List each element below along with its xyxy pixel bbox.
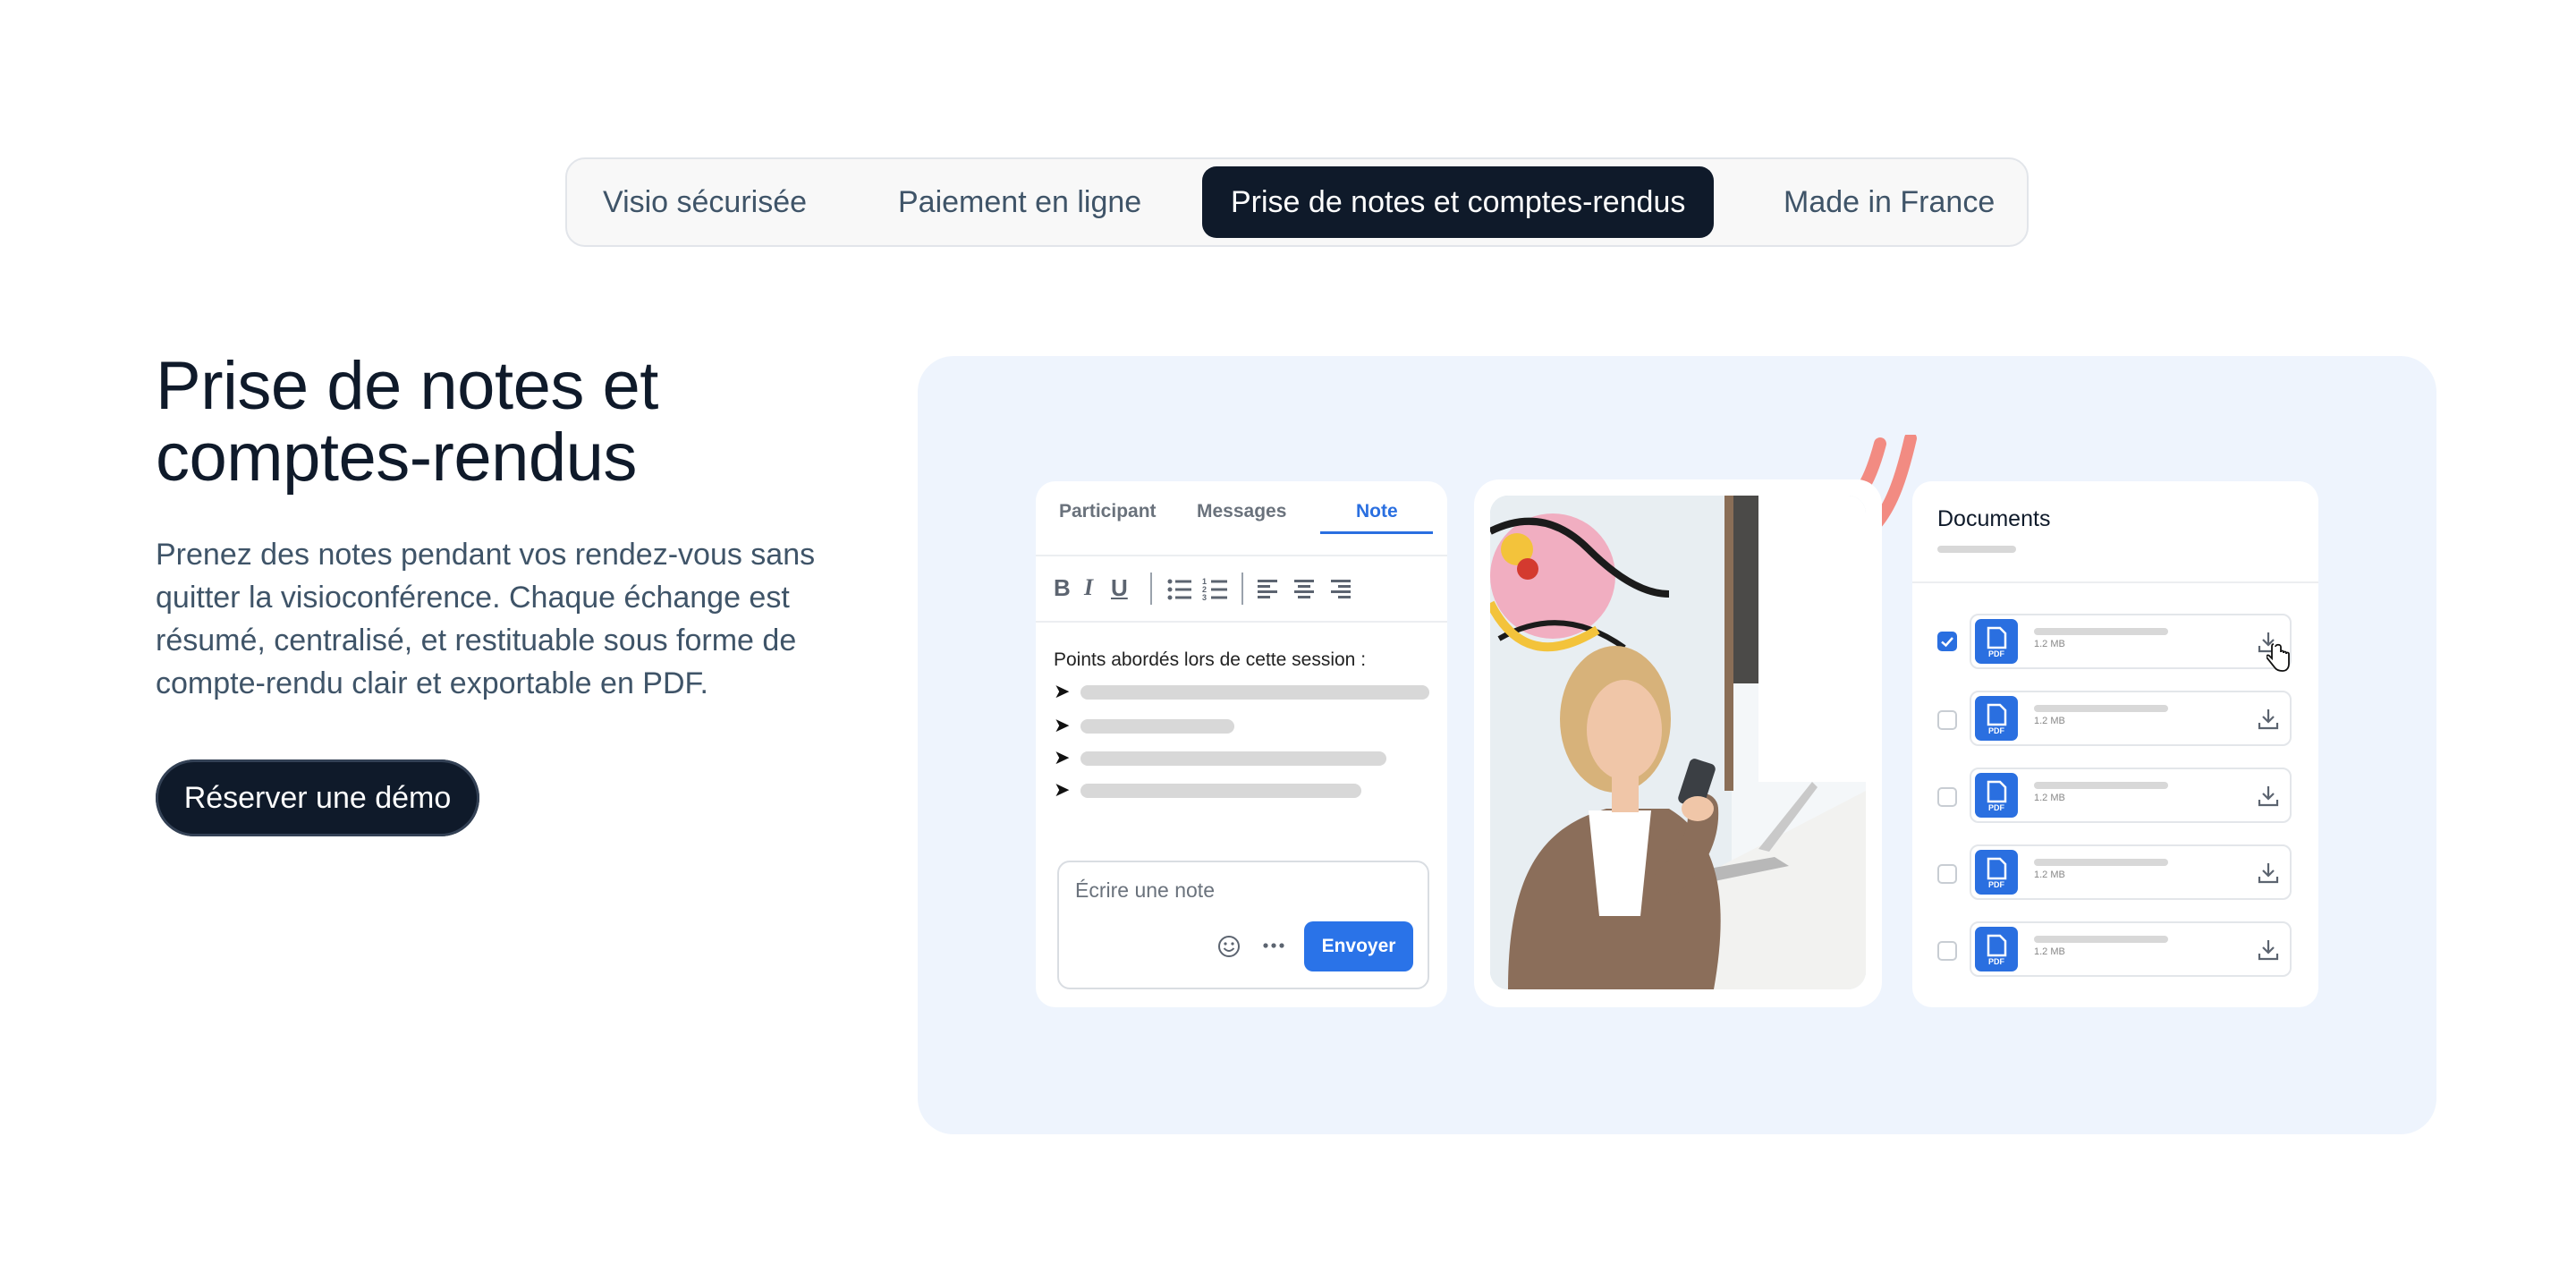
file-name-placeholder bbox=[2034, 936, 2168, 943]
file-checkbox[interactable] bbox=[1937, 941, 1957, 961]
bullet-list-icon[interactable] bbox=[1166, 576, 1193, 603]
file-size: 1.2 MB bbox=[2034, 716, 2065, 726]
svg-text:3: 3 bbox=[1202, 593, 1207, 602]
pdf-file-icon: PDF bbox=[1975, 850, 2018, 895]
download-icon[interactable] bbox=[2256, 861, 2281, 886]
file-checkbox[interactable] bbox=[1937, 632, 1957, 651]
note-placeholder-line bbox=[1080, 751, 1386, 766]
tab-visio-securisee[interactable]: Visio sécurisée bbox=[603, 159, 807, 245]
pdf-document-icon: PDF bbox=[1987, 780, 2007, 812]
documents-card: Documents PDF 1.2 MB PDF 1.2 MB PDF 1.2 … bbox=[1912, 481, 2318, 1007]
file-name-placeholder bbox=[2034, 705, 2168, 712]
bullet-arrow-icon: ➤ bbox=[1054, 714, 1071, 736]
bullet-arrow-icon: ➤ bbox=[1054, 680, 1071, 702]
note-placeholder-line bbox=[1080, 719, 1234, 734]
bullet-arrow-icon: ➤ bbox=[1054, 778, 1071, 801]
notes-tab-messages[interactable]: Messages bbox=[1197, 501, 1286, 522]
pdf-document-icon: PDF bbox=[1987, 857, 2007, 889]
active-tab-indicator bbox=[1320, 531, 1433, 534]
emoji-icon[interactable] bbox=[1216, 934, 1241, 959]
pdf-file-icon: PDF bbox=[1975, 773, 2018, 818]
svg-text:PDF: PDF bbox=[1988, 880, 2005, 889]
participant-photo bbox=[1490, 496, 1866, 989]
underline-icon[interactable]: U bbox=[1111, 574, 1128, 602]
tab-paiement-en-ligne[interactable]: Paiement en ligne bbox=[898, 159, 1141, 245]
file-size: 1.2 MB bbox=[2034, 946, 2065, 957]
numbered-list-icon[interactable]: 1 2 3 bbox=[1202, 576, 1229, 603]
pdf-document-icon: PDF bbox=[1987, 934, 2007, 966]
tab-prise-de-notes[interactable]: Prise de notes et comptes-rendus bbox=[1202, 166, 1715, 238]
title-placeholder-bar bbox=[1937, 546, 2016, 553]
divider bbox=[1036, 621, 1447, 623]
file-row[interactable]: PDF 1.2 MB bbox=[1970, 844, 2292, 900]
section-description: Prenez des notes pendant vos rendez-vous… bbox=[156, 538, 816, 700]
file-checkbox[interactable] bbox=[1937, 710, 1957, 730]
toolbar-separator bbox=[1241, 573, 1243, 605]
svg-text:PDF: PDF bbox=[1988, 803, 2005, 812]
file-checkbox[interactable] bbox=[1937, 787, 1957, 807]
file-checkbox[interactable] bbox=[1937, 864, 1957, 884]
download-icon[interactable] bbox=[2256, 937, 2281, 963]
feature-tab-bar: Visio sécurisée Paiement en ligne Prise … bbox=[565, 157, 2029, 247]
divider bbox=[1912, 581, 2318, 583]
book-demo-button[interactable]: Réserver une démo bbox=[156, 759, 479, 836]
file-row[interactable]: PDF 1.2 MB bbox=[1970, 614, 2292, 672]
note-composer[interactable]: Écrire une note Envoyer bbox=[1057, 861, 1429, 989]
file-row[interactable]: PDF 1.2 MB bbox=[1970, 921, 2292, 977]
video-call-card bbox=[1474, 479, 1882, 1007]
align-center-icon[interactable] bbox=[1292, 576, 1317, 601]
download-icon[interactable] bbox=[2256, 784, 2281, 809]
section-title: Prise de notes et comptes-rendus bbox=[156, 348, 658, 496]
divider bbox=[1036, 555, 1447, 556]
align-left-icon[interactable] bbox=[1256, 576, 1281, 601]
more-options-icon[interactable] bbox=[1261, 941, 1286, 950]
bold-icon[interactable]: B bbox=[1054, 574, 1071, 602]
notes-tab-note[interactable]: Note bbox=[1356, 501, 1398, 522]
italic-icon[interactable]: I bbox=[1084, 574, 1093, 601]
hand-cursor-icon bbox=[2267, 643, 2290, 672]
pdf-file-icon: PDF bbox=[1975, 619, 2018, 664]
file-size: 1.2 MB bbox=[2034, 793, 2065, 803]
note-input[interactable]: Écrire une note bbox=[1075, 878, 1215, 903]
file-row[interactable]: PDF 1.2 MB bbox=[1970, 691, 2292, 746]
file-name-placeholder bbox=[2034, 782, 2168, 789]
pdf-document-icon: PDF bbox=[1987, 703, 2007, 735]
send-button[interactable]: Envoyer bbox=[1304, 921, 1413, 971]
file-size: 1.2 MB bbox=[2034, 870, 2065, 880]
note-placeholder-line bbox=[1080, 784, 1361, 798]
file-name-placeholder bbox=[2034, 859, 2168, 866]
file-size: 1.2 MB bbox=[2034, 639, 2065, 649]
documents-title: Documents bbox=[1937, 506, 2051, 531]
svg-text:PDF: PDF bbox=[1988, 649, 2005, 658]
svg-text:PDF: PDF bbox=[1988, 726, 2005, 735]
note-placeholder-line bbox=[1080, 685, 1429, 700]
points-heading: Points abordés lors de cette session : bbox=[1054, 649, 1367, 670]
pdf-document-icon: PDF bbox=[1987, 626, 2007, 658]
pdf-file-icon: PDF bbox=[1975, 927, 2018, 971]
checkmark-icon bbox=[1941, 637, 1953, 648]
download-icon[interactable] bbox=[2256, 707, 2281, 732]
tab-made-in-france[interactable]: Made in France bbox=[1784, 159, 1995, 245]
feature-illustration: Participant Messages Note B I U 1 2 3 Po… bbox=[918, 356, 2436, 1134]
participant-illustration bbox=[1490, 496, 1866, 989]
pdf-file-icon: PDF bbox=[1975, 696, 2018, 741]
align-right-icon[interactable] bbox=[1327, 576, 1352, 601]
toolbar-separator bbox=[1150, 573, 1152, 605]
file-row[interactable]: PDF 1.2 MB bbox=[1970, 768, 2292, 823]
notes-card: Participant Messages Note B I U 1 2 3 Po… bbox=[1036, 481, 1447, 1007]
svg-text:PDF: PDF bbox=[1988, 957, 2005, 966]
notes-tab-participant[interactable]: Participant bbox=[1059, 501, 1157, 522]
file-name-placeholder bbox=[2034, 628, 2168, 635]
bullet-arrow-icon: ➤ bbox=[1054, 746, 1071, 768]
